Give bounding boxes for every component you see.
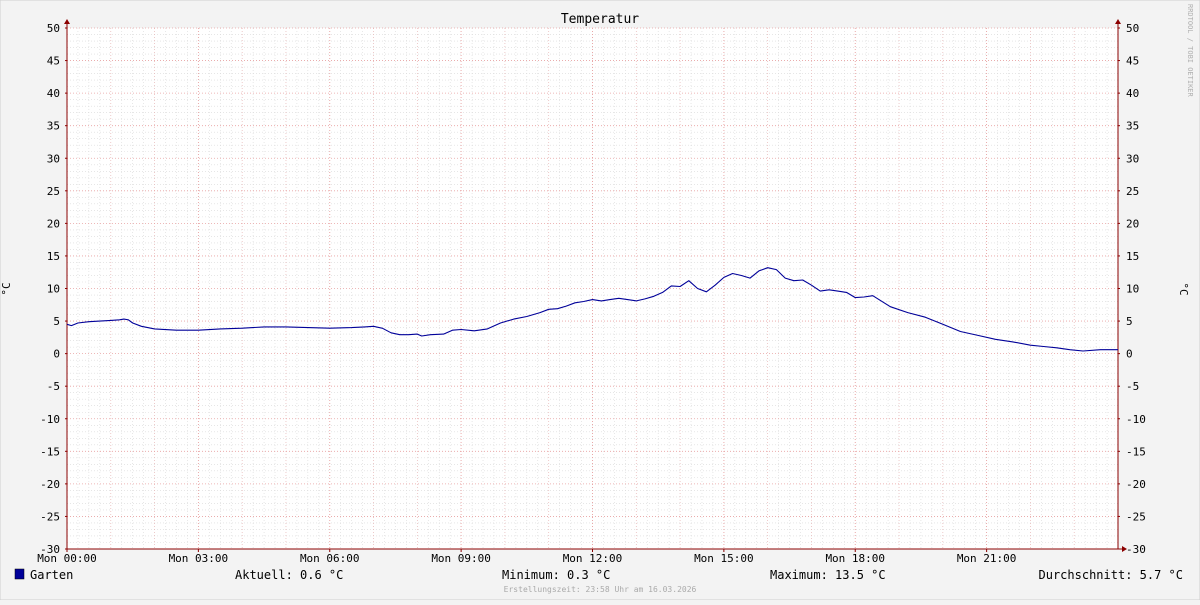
y-tick-label-left: 35 <box>47 120 60 133</box>
y-tick-label-left: 5 <box>53 315 60 328</box>
y-tick-label-left: -15 <box>40 445 60 458</box>
x-tick-label: Mon 03:00 <box>169 552 229 565</box>
x-tick-label: Mon 21:00 <box>957 552 1017 565</box>
y-tick-label-left: 50 <box>47 22 60 35</box>
y-tick-label-right: -20 <box>1126 478 1146 491</box>
y-tick-label-right: 35 <box>1126 120 1139 133</box>
y-tick-label-left: 20 <box>47 217 60 230</box>
y-tick-label-right: 10 <box>1126 283 1139 296</box>
y-tick-label-right: -25 <box>1126 510 1146 523</box>
stat-minimum: Minimum: 0.3 °C <box>502 568 610 582</box>
y-tick-label-left: 45 <box>47 55 60 68</box>
y-tick-label-right: 0 <box>1126 348 1133 361</box>
y-tick-label-left: -20 <box>40 478 60 491</box>
x-tick-label: Mon 18:00 <box>825 552 885 565</box>
y-axis-label-left: °C <box>0 282 13 295</box>
y-tick-label-left: 15 <box>47 250 60 263</box>
y-tick-label-left: -5 <box>47 380 60 393</box>
y-tick-label-right: 20 <box>1126 217 1139 230</box>
temperature-chart: 50 5045 4540 4035 3530 3025 2520 2015 1510 105 50 0… <box>0 0 1200 601</box>
y-tick-label-right: -10 <box>1126 413 1146 426</box>
y-tick-label-left: -10 <box>40 413 60 426</box>
creation-timestamp: Erstellungszeit: 23:58 Uhr am 16.03.2026 <box>504 585 697 594</box>
y-tick-label-right: 40 <box>1126 87 1139 100</box>
y-tick-label-left: 0 <box>53 348 60 361</box>
stat-current: Aktuell: 0.6 °C <box>235 568 343 582</box>
x-tick-label: Mon 15:00 <box>694 552 754 565</box>
y-tick-label-left: -25 <box>40 510 60 523</box>
y-tick-label-right: 50 <box>1126 22 1139 35</box>
y-tick-label-left: 30 <box>47 152 60 165</box>
y-tick-label-right: 25 <box>1126 185 1139 198</box>
x-tick-label: Mon 06:00 <box>300 552 360 565</box>
rrdtool-watermark: RRDTOOL / TOBI OETIKER <box>1186 4 1194 98</box>
y-tick-label-left: 25 <box>47 185 60 198</box>
y-tick-label-right: 30 <box>1126 152 1139 165</box>
y-tick-label-right: 45 <box>1126 55 1139 68</box>
legend-series-name: Garten <box>30 568 73 582</box>
x-tick-label: Mon 00:00 <box>37 552 97 565</box>
chart-title: Temperatur <box>561 12 639 27</box>
y-tick-label-right: -15 <box>1126 445 1146 458</box>
y-tick-label-left: 40 <box>47 87 60 100</box>
stat-average: Durchschnitt: 5.7 °C <box>1039 568 1184 582</box>
legend-swatch <box>14 568 25 580</box>
chart-root: 50 50 45 45 40 40 35 35 30 30 25 25 20 20 15 15 10 10 5 5 0 0… <box>0 0 1200 601</box>
y-tick-label-right: -30 <box>1126 543 1146 556</box>
y-tick-label-right: 15 <box>1126 250 1139 263</box>
y-tick-label-right: 5 <box>1126 315 1133 328</box>
stat-maximum: Maximum: 13.5 °C <box>770 568 886 582</box>
x-tick-label: Mon 12:00 <box>563 552 623 565</box>
y-axis-label-right: °C <box>1177 282 1190 295</box>
x-tick-label: Mon 09:00 <box>431 552 491 565</box>
y-tick-label-left: 10 <box>47 283 60 296</box>
y-tick-label-right: -5 <box>1126 380 1139 393</box>
